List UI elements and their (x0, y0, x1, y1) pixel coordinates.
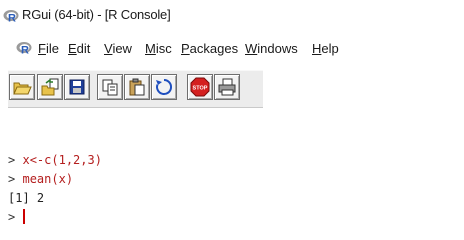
console-line: [1] 2 (8, 189, 44, 207)
open-script-button[interactable] (9, 74, 35, 100)
copy-button[interactable] (97, 74, 123, 100)
save-workspace-button[interactable] (64, 74, 90, 100)
r-logo-icon: R (3, 9, 19, 28)
svg-text:R: R (21, 45, 29, 56)
r-console[interactable]: > x<-c(1,2,3) > mean(x) [1] 2 > (0, 128, 464, 240)
prompt: > (8, 153, 16, 167)
menu-edit[interactable]: Edit (68, 41, 90, 56)
svg-text:R: R (8, 13, 16, 24)
print-button[interactable] (214, 74, 240, 100)
load-workspace-button[interactable] (37, 74, 63, 100)
menu-help[interactable]: Help (312, 41, 339, 56)
console-line: > x<-c(1,2,3) (8, 151, 102, 169)
menu-bar: R File Edit View Misc Packages Windows H… (0, 34, 464, 62)
r-logo-icon[interactable]: R (16, 41, 32, 60)
menu-view[interactable]: View (104, 41, 132, 56)
paste-button[interactable] (124, 74, 150, 100)
menu-packages[interactable]: Packages (181, 41, 238, 56)
command-text: x<-c(1,2,3) (22, 153, 102, 167)
command-text: mean(x) (22, 172, 74, 186)
menu-file[interactable]: File (38, 41, 59, 56)
menu-windows[interactable]: Windows (245, 41, 298, 56)
prompt: > (8, 172, 16, 186)
toolbar: STOP (0, 62, 464, 128)
text-cursor (23, 209, 26, 224)
output-text: [1] 2 (8, 191, 45, 205)
stop-button[interactable]: STOP (187, 74, 213, 100)
menu-misc[interactable]: Misc (145, 41, 172, 56)
title-bar: R RGui (64-bit) - [R Console] (0, 0, 464, 34)
window-title: RGui (64-bit) - [R Console] (22, 7, 171, 22)
stop-label: STOP (193, 86, 208, 92)
console-line: > mean(x) (8, 170, 73, 188)
console-input-line[interactable]: > (8, 208, 26, 226)
prompt: > (8, 210, 16, 224)
copy-paste-button[interactable] (151, 74, 177, 100)
